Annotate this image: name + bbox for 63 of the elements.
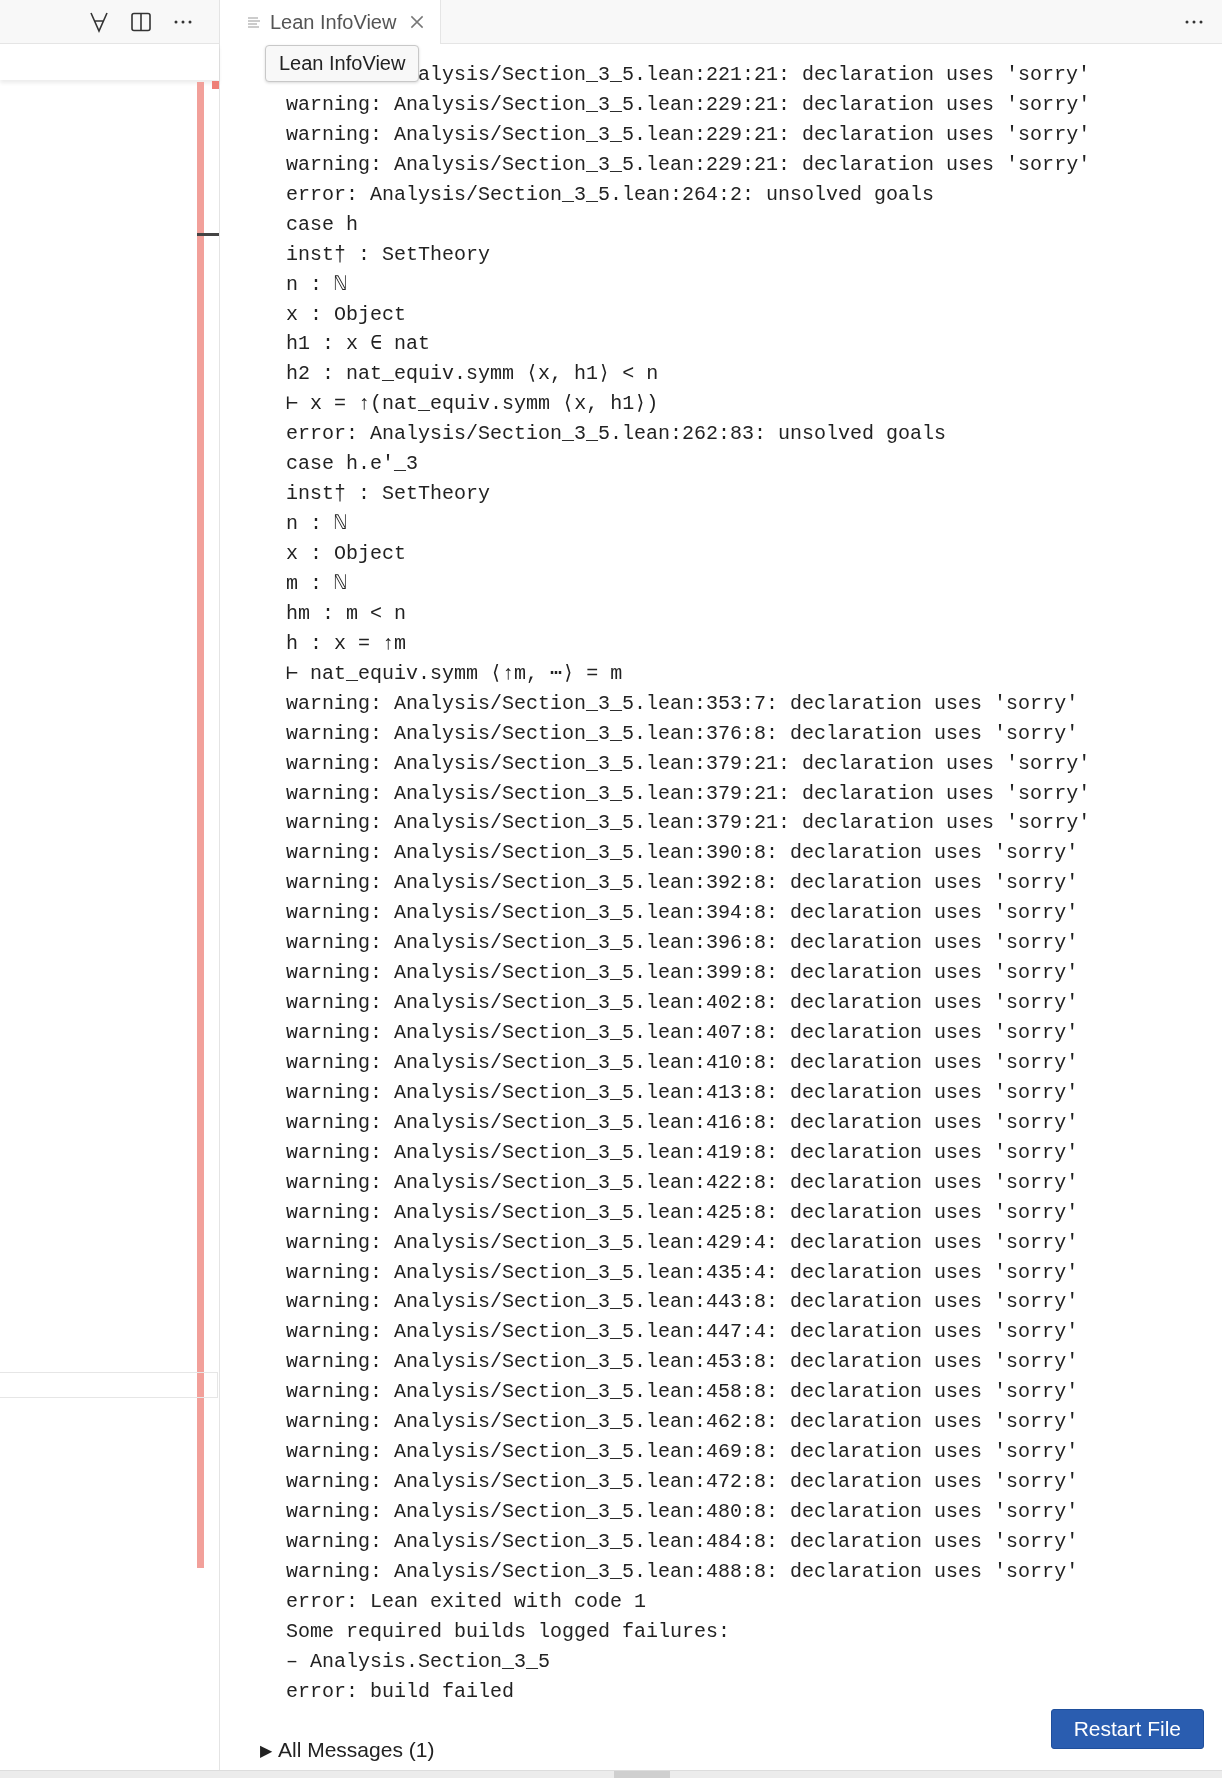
message-line: h : x = ↑m [286,630,408,657]
message-line: warning: Analysis/Section_3_5.lean:410:8: declaration uses 'sorry' [286,1049,1080,1076]
message-line: warning: Analysis/Section_3_5.lean:462:8: declaration uses 'sorry' [286,1409,1080,1436]
message-line: warning: Analysis/Section_3_5.lean:353:7: declaration uses 'sorry' [286,690,1080,717]
message-line: warning: Analysis/Section_3_5.lean:376:8: declaration uses 'sorry' [286,720,1080,747]
message-line: warning: Analysis/Section_3_5.lean:480:8: declaration uses 'sorry' [286,1499,1080,1525]
all-messages-toggle[interactable]: ▶ All Messages (1) [260,1738,435,1762]
message-line: case h [286,211,359,238]
message-line: error: Analysis/Section_3_5.lean:264:2: unsolved goals [286,181,936,208]
message-line: case h.e'_3 [286,451,420,478]
message-line: warning: Analysis/Section_3_5.lean:429:4: declaration uses 'sorry' [286,1229,1080,1256]
message-line: warning: Analysis/Section_3_5.lean:229:21: declaration uses 'sorry' [286,91,1092,118]
message-line: warning: Analysis/Section_3_5.lean:453:8: declaration uses 'sorry' [286,1349,1080,1376]
message-line: warning: Analysis/Section_3_5.lean:488:8: declaration uses 'sorry' [286,1558,1080,1585]
message-line: warning: Analysis/Section_3_5.lean:392:8: declaration uses 'sorry' [286,870,1080,897]
message-line: warning: Analysis/Section_3_5.lean:379:21: declaration uses 'sorry' [286,780,1092,807]
message-line: inst† : SetTheory [286,481,492,508]
message-line: warning: Analysis/Section_3_5.lean:379:21: declaration uses 'sorry' [286,750,1092,777]
error-marker [212,81,219,89]
message-line: warning: Analysis/Section_3_5.lean:402:8: declaration uses 'sorry' [286,990,1080,1017]
lines-icon [246,14,262,30]
tab-label: Lean InfoView [270,10,397,34]
message-line: m : ℕ [286,570,348,597]
message-line: warning: Analysis/Section_3_5.lean:394:8: declaration uses 'sorry' [286,900,1080,927]
message-line: x : Object [286,541,408,567]
restart-file-button[interactable]: Restart File [1050,1709,1204,1749]
scroll-position-marker [197,233,219,236]
message-line: warning: Analysis/Section_3_5.lean:443:8: declaration uses 'sorry' [286,1289,1080,1316]
message-line: – Analysis.Section_3_5 [286,1648,552,1675]
message-line: error: Lean exited with code 1 [286,1588,648,1615]
message-line: warning: Analysis/Section_3_5.lean:422:8: declaration uses 'sorry' [286,1169,1080,1196]
message-line: warning: Analysis/Section_3_5.lean:472:8: declaration uses 'sorry' [286,1469,1080,1496]
tooltip: Lean InfoView [265,45,420,82]
message-line: ⊢ nat_equiv.symm ⟨↑m, ⋯⟩ = m [286,660,624,687]
message-line: warning: Analysis/Section_3_5.lean:447:4: declaration uses 'sorry' [286,1319,1080,1346]
message-line: warning: Analysis/Section_3_5.lean:407:8: declaration uses 'sorry' [286,1020,1080,1046]
message-line: n : ℕ [286,271,348,298]
message-line: ⊢ x = ↑(nat_equiv.symm ⟨x, h1⟩) [286,391,660,418]
message-line: warning: Analysis/Section_3_5.lean:469:8: declaration uses 'sorry' [286,1439,1080,1466]
message-line: warning: Analysis/Section_3_5.lean:379:21: declaration uses 'sorry' [286,810,1092,837]
message-line: error: build failed [286,1678,516,1705]
message-line: warning: Analysis/Section_3_5.lean:390:8: declaration uses 'sorry' [286,840,1080,867]
message-line: warning: Analysis/Section_3_5.lean:435:4: declaration uses 'sorry' [286,1259,1080,1286]
message-line: warning: Analysis/Section_3_5.lean:458:8: declaration uses 'sorry' [286,1379,1080,1406]
infoview-tab[interactable]: Lean InfoView [220,0,442,44]
message-line: warning: Analysis/Section_3_5.lean:425:8: declaration uses 'sorry' [286,1199,1080,1226]
message-line: error: Analysis/Section_3_5.lean:262:83: unsolved goals [286,421,948,448]
message-line: h2 : nat_equiv.symm ⟨x, h1⟩ < n [286,361,660,388]
message-line: inst† : SetTheory [286,241,492,268]
message-line: warning: Analysis/Section_3_5.lean:229:21: declaration uses 'sorry' [286,151,1092,178]
message-line: warning: Analysis/Section_3_5.lean:419:8: declaration uses 'sorry' [286,1139,1080,1166]
message-line: Some required builds logged failures: [286,1618,732,1645]
message-line: warning: Analysis/Section_3_5.lean:416:8: declaration uses 'sorry' [286,1109,1080,1136]
message-line: warning: Analysis/Section_3_5.lean:399:8: declaration uses 'sorry' [286,960,1080,987]
message-line: n : ℕ [286,511,348,538]
message-line: warning: Analysis/Section_3_5.lean:396:8: declaration uses 'sorry' [286,930,1080,957]
message-line: warning: Analysis/Section_3_5.lean:413:8: declaration uses 'sorry' [286,1079,1080,1106]
message-line: hm : m < n [286,600,408,627]
message-line: h1 : x ∈ nat [286,331,432,358]
message-line: x : Object [286,301,408,328]
message-line: alysis/Section_3_5.lean:221:21: declaration uses 'sorry' [418,62,1091,88]
message-line: warning: Analysis/Section_3_5.lean:484:8: declaration uses 'sorry' [286,1528,1080,1555]
message-line: warning: Analysis/Section_3_5.lean:229:21: declaration uses 'sorry' [286,121,1092,148]
